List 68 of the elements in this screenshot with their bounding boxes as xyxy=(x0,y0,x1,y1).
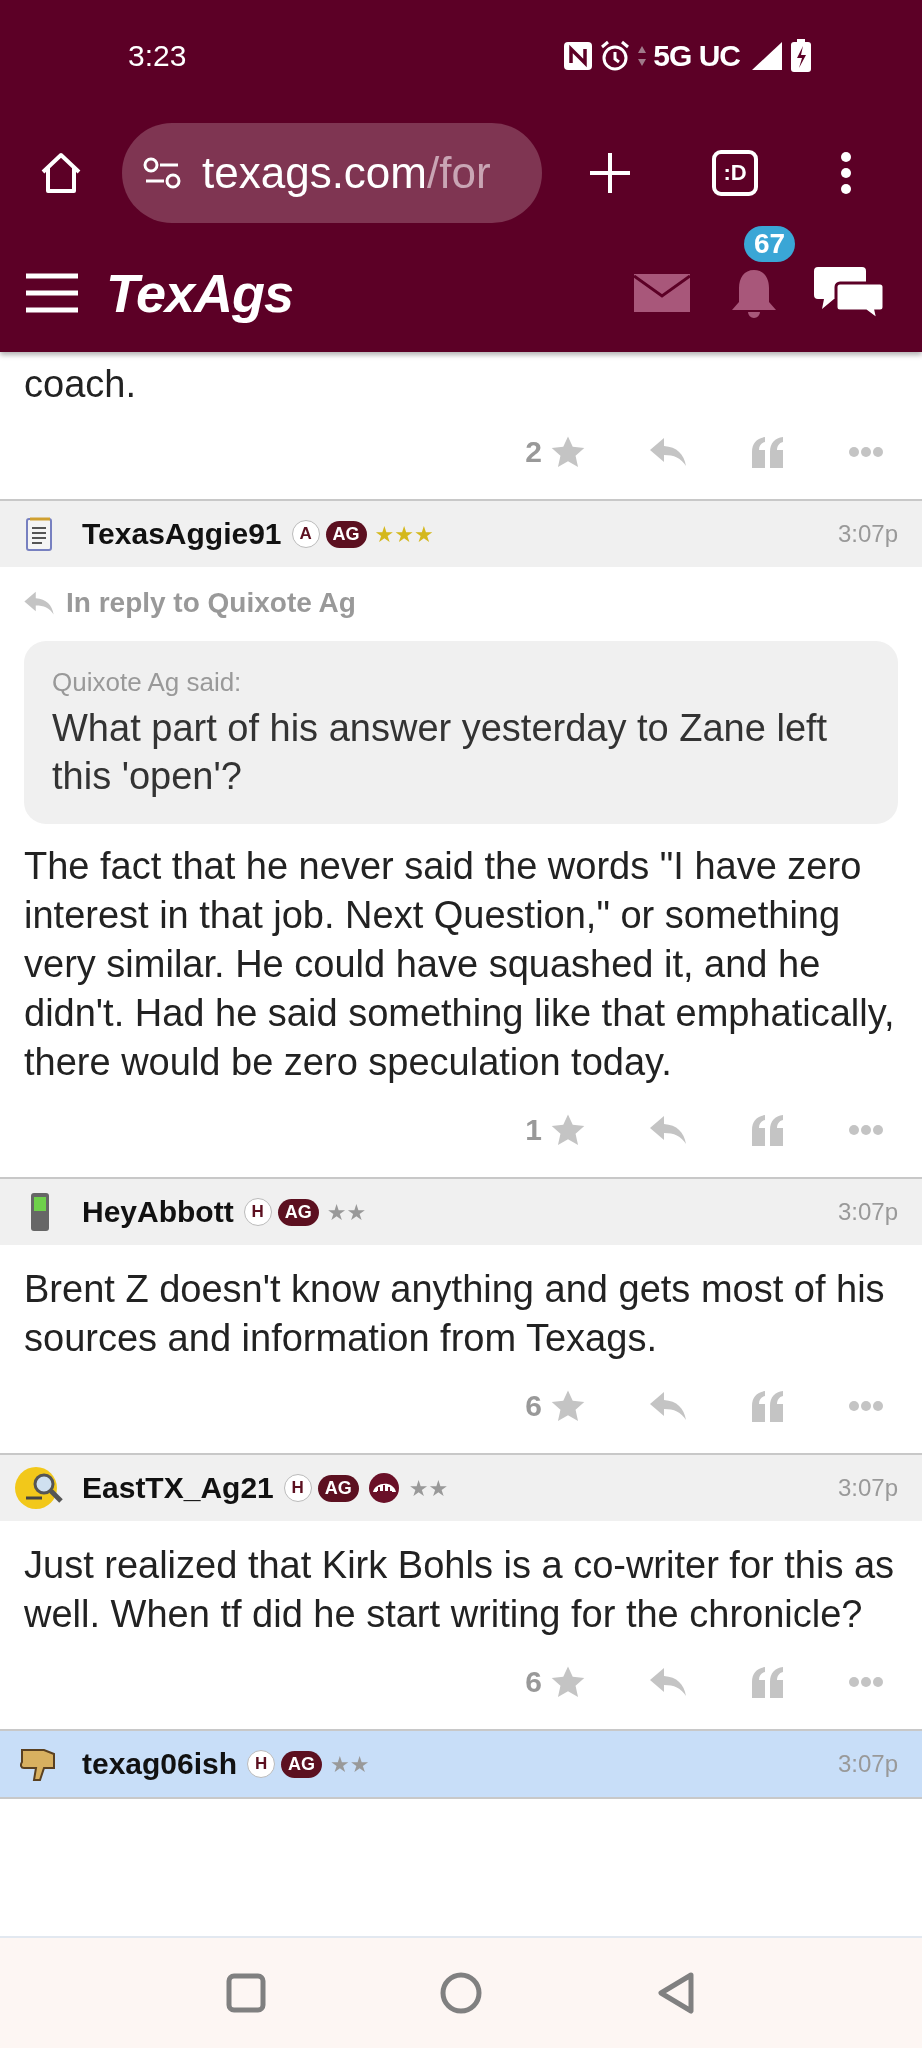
username[interactable]: HeyAbbott xyxy=(82,1195,234,1229)
back-icon[interactable] xyxy=(656,1971,696,2015)
status-time: 3:23 xyxy=(128,39,188,73)
recents-icon[interactable] xyxy=(226,1973,266,2013)
member-badge: H xyxy=(283,1474,312,1502)
star-count: 1 xyxy=(525,1113,542,1147)
notification-badge: 67 xyxy=(744,226,796,262)
menu-icon[interactable] xyxy=(24,272,80,314)
post-text: Just realized that Kirk Bohls is a co-writer for this as well. When tf did he start writing for the chronicle? xyxy=(24,1543,896,1637)
menu-icon[interactable] xyxy=(840,151,852,195)
username[interactable]: EastTX_Ag21 xyxy=(82,1471,274,1505)
star-icon[interactable] xyxy=(550,1665,586,1699)
quote-icon[interactable] xyxy=(750,1114,786,1146)
post-time: 3:07p xyxy=(837,1750,898,1778)
member-badge: H xyxy=(247,1750,276,1778)
reply-icon[interactable] xyxy=(648,1666,688,1698)
quote-icon[interactable] xyxy=(750,436,786,468)
more-icon[interactable] xyxy=(848,1676,884,1688)
quote-icon[interactable] xyxy=(750,1390,786,1422)
reply-icon[interactable] xyxy=(648,436,688,468)
home-button-icon[interactable] xyxy=(440,1972,482,2014)
post-text: Brent Z doesn't know anything and gets most of his sources and information from Texags. xyxy=(24,1267,886,1361)
quote-text: What part of his answer yesterday to Zane left this 'open'? xyxy=(52,706,829,799)
star-icon[interactable] xyxy=(550,435,586,469)
site-settings-icon[interactable] xyxy=(142,156,182,190)
emblem-icon xyxy=(366,1472,401,1504)
battery-icon xyxy=(790,39,812,73)
nfc-icon xyxy=(563,41,594,71)
star-count: 6 xyxy=(525,1389,542,1423)
reply-icon[interactable] xyxy=(648,1390,688,1422)
post-time: 3:07p xyxy=(837,1198,898,1226)
more-icon[interactable] xyxy=(848,1400,884,1412)
ag-badge: AG xyxy=(317,1474,359,1502)
more-icon[interactable] xyxy=(848,1124,884,1136)
star-icon[interactable] xyxy=(550,1389,586,1423)
data-arrows-icon xyxy=(637,44,648,68)
ag-badge: AG xyxy=(281,1750,323,1778)
post-time: 3:07p xyxy=(837,1474,898,1502)
address-bar[interactable]: texags.com/for xyxy=(122,123,542,223)
username[interactable]: texag06ish xyxy=(82,1747,238,1781)
post-text: coach. xyxy=(24,362,137,407)
member-badge: A xyxy=(291,520,320,548)
quote-icon[interactable] xyxy=(750,1666,786,1698)
rank-stars: ★★★ xyxy=(374,521,434,547)
network-type: 5G UC xyxy=(653,39,740,73)
reply-icon[interactable] xyxy=(648,1114,688,1146)
site-logo[interactable]: TexAgs xyxy=(106,262,294,324)
member-badge: H xyxy=(243,1198,272,1226)
rank-stars: ★★ xyxy=(326,1199,367,1225)
tab-switcher-button[interactable]: :D xyxy=(712,150,758,196)
alarm-icon xyxy=(599,40,632,72)
username[interactable]: TexasAggie91 xyxy=(82,517,282,551)
new-tab-icon[interactable] xyxy=(588,151,632,195)
mail-icon[interactable] xyxy=(634,274,690,312)
rank-stars: ★★ xyxy=(330,1751,370,1777)
star-icon[interactable] xyxy=(550,1113,586,1147)
url-text: texags.com/for xyxy=(202,148,491,198)
ag-badge: AG xyxy=(277,1198,319,1226)
reply-icon xyxy=(22,590,56,616)
signal-icon xyxy=(750,40,784,72)
ag-badge: AG xyxy=(325,520,367,548)
post-time: 3:07p xyxy=(837,520,898,548)
quote-author: Quixote Ag said: xyxy=(52,667,243,698)
more-icon[interactable] xyxy=(848,446,884,458)
star-count: 2 xyxy=(525,435,542,469)
rank-stars: ★★ xyxy=(408,1475,449,1501)
star-count: 6 xyxy=(525,1665,542,1699)
post-text: The fact that he never said the words "I have zero interest in that job. Next Question," or something very similar. He could have squashed it, and he didn't. Had he said something like that emphatically, there would be zero speculation today. xyxy=(24,844,896,1085)
